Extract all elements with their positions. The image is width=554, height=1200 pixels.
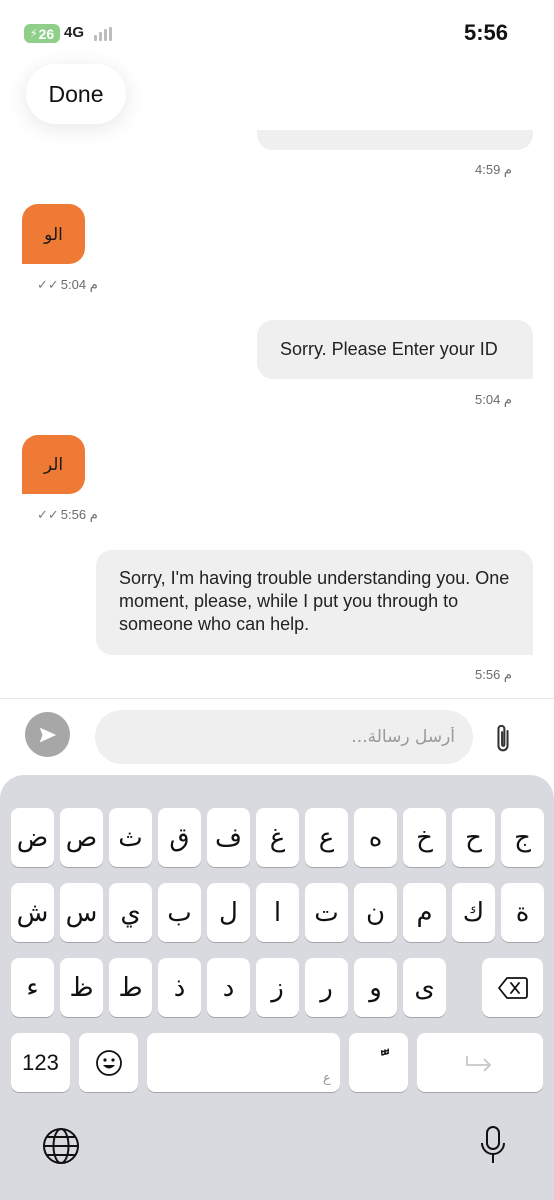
done-button[interactable]: Done [26,64,126,124]
key[interactable]: ض [11,808,54,867]
message-text: Sorry, I'm having trouble understanding … [119,568,510,634]
diacritics-key[interactable]: ًّ [349,1033,408,1092]
user-message: الو [22,204,85,264]
message-time-read: ✓✓ 5:56 م [37,507,98,522]
key[interactable]: ح [452,808,495,867]
key[interactable]: ى [403,958,446,1017]
message-input[interactable] [95,710,473,764]
key[interactable]: س [60,883,103,942]
message-time-read: ✓✓ 5:04 م [37,277,98,292]
key[interactable]: خ [403,808,446,867]
key[interactable]: ط [109,958,152,1017]
key[interactable]: ف [207,808,250,867]
key[interactable]: ر [305,958,348,1017]
message-time: 4:59 م [475,162,512,177]
key[interactable]: ذ [158,958,201,1017]
keyboard: ض ص ث ق ف غ ع ه خ ح ج ش س ي ب ل ا ت ن م … [0,775,554,1200]
composer-divider [0,698,554,699]
key[interactable]: ن [354,883,397,942]
key[interactable]: ا [256,883,299,942]
key[interactable]: ج [501,808,544,867]
emoji-key[interactable] [79,1033,138,1092]
key[interactable]: ظ [60,958,103,1017]
delete-key[interactable] [482,958,543,1017]
message-time: 5:56 م [475,667,512,682]
key[interactable]: ي [109,883,152,942]
key[interactable]: م [403,883,446,942]
key[interactable]: ه [354,808,397,867]
key[interactable]: ة [501,883,544,942]
bot-message: Sorry. Please Enter your ID [257,320,533,379]
message-text: الو [44,224,63,244]
return-icon [466,1055,491,1072]
key[interactable]: ش [11,883,54,942]
key[interactable]: ص [60,808,103,867]
key[interactable]: ب [158,883,201,942]
space-key[interactable]: ع [147,1033,340,1092]
message-text: الر [43,455,64,474]
key[interactable]: و [354,958,397,1017]
key[interactable]: د [207,958,250,1017]
double-check-icon: ✓✓ [37,507,59,522]
double-check-icon: ✓✓ [37,277,59,292]
numbers-key[interactable]: 123 [11,1033,70,1092]
send-icon [39,727,56,742]
key[interactable]: ل [207,883,250,942]
message-time: 5:04 م [475,392,512,407]
bot-message-partial [257,130,533,150]
emoji-icon [95,1049,122,1076]
key[interactable]: ع [305,808,348,867]
key[interactable]: ق [158,808,201,867]
paperclip-icon[interactable] [488,722,518,756]
backspace-icon [497,976,528,999]
return-key[interactable] [417,1033,543,1092]
key[interactable]: ز [256,958,299,1017]
microphone-icon[interactable] [479,1125,507,1167]
message-text: Sorry. Please Enter your ID [280,339,498,359]
key[interactable]: ت [305,883,348,942]
key[interactable]: ك [452,883,495,942]
key[interactable]: غ [256,808,299,867]
space-language-hint: ع [323,1071,331,1086]
key[interactable]: ث [109,808,152,867]
send-button[interactable] [25,712,70,757]
user-message: الر [22,435,85,494]
globe-icon[interactable] [42,1127,80,1165]
bot-message: Sorry, I'm having trouble understanding … [96,550,533,655]
key[interactable]: ء [11,958,54,1017]
